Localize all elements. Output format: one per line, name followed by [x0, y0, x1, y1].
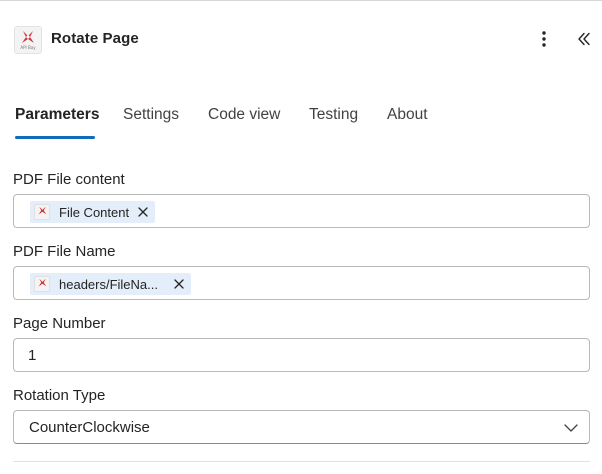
api-bay-logo-icon	[34, 276, 50, 292]
page-title: Rotate Page	[51, 30, 139, 47]
tab-settings[interactable]: Settings	[123, 106, 179, 124]
file-name-token[interactable]: headers/FileNa...	[30, 273, 191, 295]
token-label: headers/FileNa...	[59, 276, 158, 292]
remove-token-button[interactable]	[172, 277, 186, 291]
api-bay-logo-icon	[34, 204, 50, 220]
token-label: File Content	[59, 204, 130, 220]
tab-bar: Parameters Settings Code view Testing Ab…	[0, 100, 602, 140]
double-chevron-left-icon	[578, 32, 590, 46]
file-content-token[interactable]: File Content	[30, 201, 156, 223]
tab-code-view[interactable]: Code view	[208, 106, 280, 124]
close-icon	[174, 279, 184, 289]
page-number-label: Page Number	[13, 315, 106, 332]
collapse-panel-button[interactable]	[572, 27, 596, 51]
tab-about[interactable]: About	[387, 106, 428, 124]
pdf-file-content-label: PDF File content	[13, 171, 125, 188]
logo-caption: API Bay	[20, 45, 36, 50]
active-tab-indicator	[15, 136, 95, 139]
panel-header: API Bay Rotate Page	[0, 22, 602, 58]
bottom-divider	[13, 461, 590, 462]
rotation-type-label: Rotation Type	[13, 387, 106, 404]
pdf-file-name-label: PDF File Name	[13, 243, 116, 260]
page-number-input[interactable]: 1	[13, 338, 590, 372]
pdf-file-content-field[interactable]: File Content	[13, 194, 590, 228]
remove-token-button[interactable]	[136, 205, 150, 219]
top-divider	[0, 0, 602, 1]
rotation-type-value: CounterClockwise	[29, 419, 150, 436]
tab-testing[interactable]: Testing	[309, 106, 358, 124]
tab-parameters[interactable]: Parameters	[15, 106, 99, 124]
rotation-type-select[interactable]: CounterClockwise	[13, 410, 590, 444]
api-bay-logo-icon: API Bay	[14, 26, 42, 54]
more-vertical-icon	[542, 31, 546, 47]
close-icon	[138, 207, 148, 217]
chevron-down-icon	[563, 421, 579, 435]
pdf-file-name-field[interactable]: headers/FileNa...	[13, 266, 590, 300]
more-options-button[interactable]	[532, 27, 556, 51]
page-number-value: 1	[28, 347, 37, 364]
